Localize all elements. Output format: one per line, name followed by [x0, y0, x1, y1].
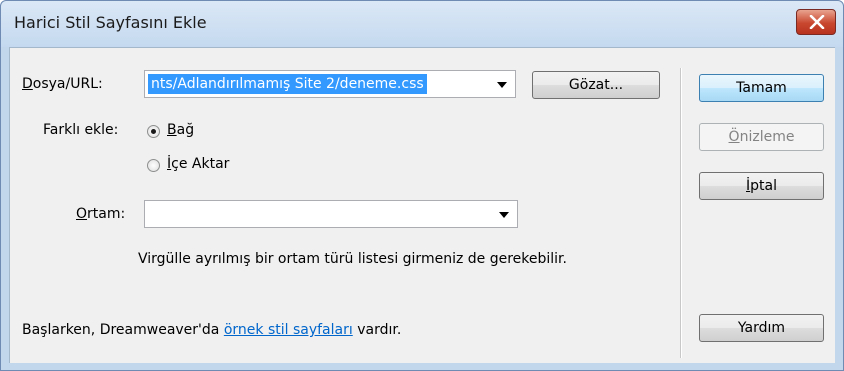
radio-link[interactable]	[147, 125, 160, 138]
window-title: Harici Stil Sayfasını Ekle	[14, 13, 207, 32]
help-button[interactable]: Yardım	[699, 314, 824, 342]
cancel-button[interactable]: İptal	[699, 172, 824, 200]
close-button[interactable]	[796, 9, 836, 35]
radio-import-label[interactable]: İçe Aktar	[167, 156, 229, 172]
footer-text: Başlarken, Dreamweaver'da örnek stil say…	[22, 322, 402, 338]
media-combobox[interactable]	[144, 200, 518, 228]
title-bar[interactable]: Harici Stil Sayfasını Ekle	[1, 1, 843, 47]
chevron-down-icon[interactable]	[499, 212, 509, 218]
ok-button[interactable]: Tamam	[699, 74, 824, 102]
file-url-value[interactable]: nts/Adlandırılmamış Site 2/deneme.css	[148, 74, 427, 94]
sample-stylesheets-link[interactable]: örnek stil sayfaları	[224, 322, 353, 338]
radio-import[interactable]	[147, 159, 160, 172]
separator	[680, 68, 682, 358]
dialog-body: Dosya/URL: nts/Adlandırılmamış Site 2/de…	[9, 47, 835, 363]
radio-link-label[interactable]: Bağ	[167, 122, 194, 138]
browse-button[interactable]: Gözat...	[532, 71, 660, 99]
add-as-label: Farklı ekle:	[43, 122, 119, 138]
file-url-label: Dosya/URL:	[22, 76, 103, 92]
close-icon	[809, 15, 825, 29]
file-url-combobox[interactable]: nts/Adlandırılmamış Site 2/deneme.css	[144, 70, 516, 98]
preview-button[interactable]: Önizleme	[699, 123, 824, 151]
dialog-window: Harici Stil Sayfasını Ekle Dosya/URL: nt…	[0, 0, 844, 371]
media-hint: Virgülle ayrılmış bir ortam türü listesi…	[138, 251, 567, 267]
media-label: Ortam:	[76, 206, 126, 222]
chevron-down-icon[interactable]	[497, 82, 507, 88]
